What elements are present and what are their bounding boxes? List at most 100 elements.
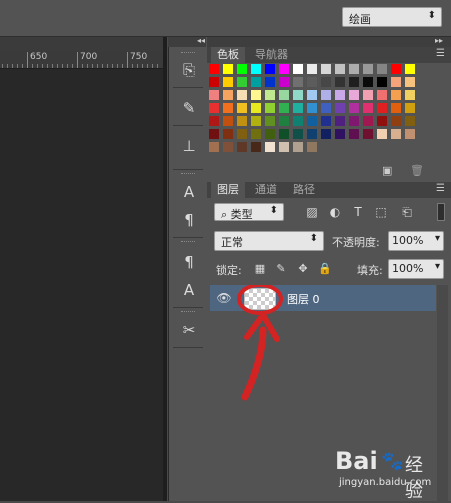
- color-swatch[interactable]: [335, 64, 345, 74]
- color-swatch[interactable]: [391, 64, 401, 74]
- color-swatch[interactable]: [265, 90, 275, 100]
- lock-position-icon[interactable]: ✥: [296, 262, 310, 276]
- color-swatch[interactable]: [307, 116, 317, 126]
- color-swatch[interactable]: [237, 64, 247, 74]
- color-swatch[interactable]: [307, 103, 317, 113]
- color-swatch[interactable]: [279, 129, 289, 139]
- lock-transparent-icon[interactable]: ▦: [253, 262, 267, 276]
- color-swatch[interactable]: [377, 64, 387, 74]
- color-swatch[interactable]: [405, 64, 415, 74]
- color-swatch[interactable]: [335, 77, 345, 87]
- lock-all-icon[interactable]: 🔒: [318, 262, 332, 276]
- color-swatch[interactable]: [293, 142, 303, 152]
- tab-swatches[interactable]: 色板: [211, 47, 245, 63]
- color-swatch[interactable]: [391, 90, 401, 100]
- color-swatch[interactable]: [363, 116, 373, 126]
- color-swatch[interactable]: [265, 77, 275, 87]
- color-swatch[interactable]: [363, 90, 373, 100]
- color-swatch[interactable]: [377, 116, 387, 126]
- color-swatch[interactable]: [223, 142, 233, 152]
- color-swatch[interactable]: [251, 116, 261, 126]
- color-swatch[interactable]: [349, 64, 359, 74]
- color-swatch[interactable]: [251, 103, 261, 113]
- color-swatch[interactable]: [293, 90, 303, 100]
- color-swatch[interactable]: [251, 64, 261, 74]
- color-swatch[interactable]: [335, 116, 345, 126]
- color-swatch[interactable]: [307, 129, 317, 139]
- tab-layers[interactable]: 图层: [211, 182, 245, 198]
- color-swatch[interactable]: [363, 77, 373, 87]
- color-swatch[interactable]: [377, 77, 387, 87]
- color-swatch[interactable]: [321, 77, 331, 87]
- color-swatch[interactable]: [363, 103, 373, 113]
- color-swatch[interactable]: [223, 77, 233, 87]
- color-swatch[interactable]: [377, 90, 387, 100]
- color-swatch[interactable]: [293, 116, 303, 126]
- color-swatch[interactable]: [363, 129, 373, 139]
- tab-navigator[interactable]: 导航器: [249, 47, 294, 63]
- color-swatch[interactable]: [223, 129, 233, 139]
- pixel-filter-icon[interactable]: ▨: [304, 204, 320, 220]
- color-swatch[interactable]: [335, 103, 345, 113]
- fill-field[interactable]: 100% ▾: [388, 259, 444, 279]
- layer-filter-select[interactable]: ⌕ 类型 ⬍: [214, 203, 284, 221]
- color-swatch[interactable]: [223, 116, 233, 126]
- color-swatch[interactable]: [223, 90, 233, 100]
- color-swatch[interactable]: [321, 116, 331, 126]
- collapse-icon[interactable]: ◂◂: [197, 36, 205, 45]
- color-swatch[interactable]: [251, 77, 261, 87]
- lock-pixels-icon[interactable]: ✎: [274, 262, 288, 276]
- smart-object-filter-icon[interactable]: ⎗: [399, 204, 415, 220]
- color-swatch[interactable]: [237, 142, 247, 152]
- color-swatch[interactable]: [251, 129, 261, 139]
- color-swatch[interactable]: [209, 77, 219, 87]
- color-swatch[interactable]: [321, 103, 331, 113]
- color-swatch[interactable]: [335, 129, 345, 139]
- tool-presets-icon[interactable]: ✂: [175, 317, 203, 343]
- color-swatch[interactable]: [265, 64, 275, 74]
- blend-mode-select[interactable]: 正常 ⬍: [214, 231, 324, 251]
- color-swatch[interactable]: [405, 77, 415, 87]
- color-swatch[interactable]: [209, 142, 219, 152]
- paragraph-icon[interactable]: ¶: [175, 207, 203, 233]
- color-swatch[interactable]: [307, 77, 317, 87]
- color-swatch[interactable]: [335, 90, 345, 100]
- color-swatch[interactable]: [405, 116, 415, 126]
- color-swatch[interactable]: [307, 90, 317, 100]
- color-swatch[interactable]: [349, 90, 359, 100]
- color-swatch[interactable]: [237, 90, 247, 100]
- color-swatch[interactable]: [321, 90, 331, 100]
- color-swatch[interactable]: [237, 129, 247, 139]
- document-canvas[interactable]: [0, 37, 167, 501]
- color-swatch[interactable]: [251, 142, 261, 152]
- color-swatch[interactable]: [237, 103, 247, 113]
- color-swatch[interactable]: [237, 77, 247, 87]
- new-swatch-icon[interactable]: ▣: [382, 164, 392, 177]
- expand-icon[interactable]: ▸▸: [435, 36, 443, 45]
- color-swatch[interactable]: [279, 142, 289, 152]
- color-swatch[interactable]: [209, 103, 219, 113]
- color-swatch[interactable]: [279, 77, 289, 87]
- color-swatch[interactable]: [321, 64, 331, 74]
- filter-toggle[interactable]: [437, 203, 445, 221]
- color-swatch[interactable]: [209, 64, 219, 74]
- color-swatch[interactable]: [405, 129, 415, 139]
- color-swatch[interactable]: [307, 142, 317, 152]
- color-swatch[interactable]: [237, 116, 247, 126]
- paragraph-styles-icon[interactable]: ¶: [175, 249, 203, 275]
- color-swatch[interactable]: [377, 103, 387, 113]
- character-styles-icon[interactable]: A: [175, 277, 203, 303]
- color-swatch[interactable]: [265, 129, 275, 139]
- panel-menu-icon[interactable]: ☰: [436, 183, 445, 194]
- color-swatch[interactable]: [349, 129, 359, 139]
- color-swatch[interactable]: [405, 90, 415, 100]
- color-swatch[interactable]: [265, 116, 275, 126]
- color-swatch[interactable]: [391, 77, 401, 87]
- color-swatch[interactable]: [307, 64, 317, 74]
- tab-paths[interactable]: 路径: [287, 182, 321, 198]
- tab-channels[interactable]: 通道: [249, 182, 283, 198]
- color-swatch[interactable]: [209, 129, 219, 139]
- workspace-select[interactable]: 绘画 ⬍: [342, 7, 442, 27]
- color-swatch[interactable]: [251, 90, 261, 100]
- layers-scrollbar[interactable]: [437, 285, 448, 501]
